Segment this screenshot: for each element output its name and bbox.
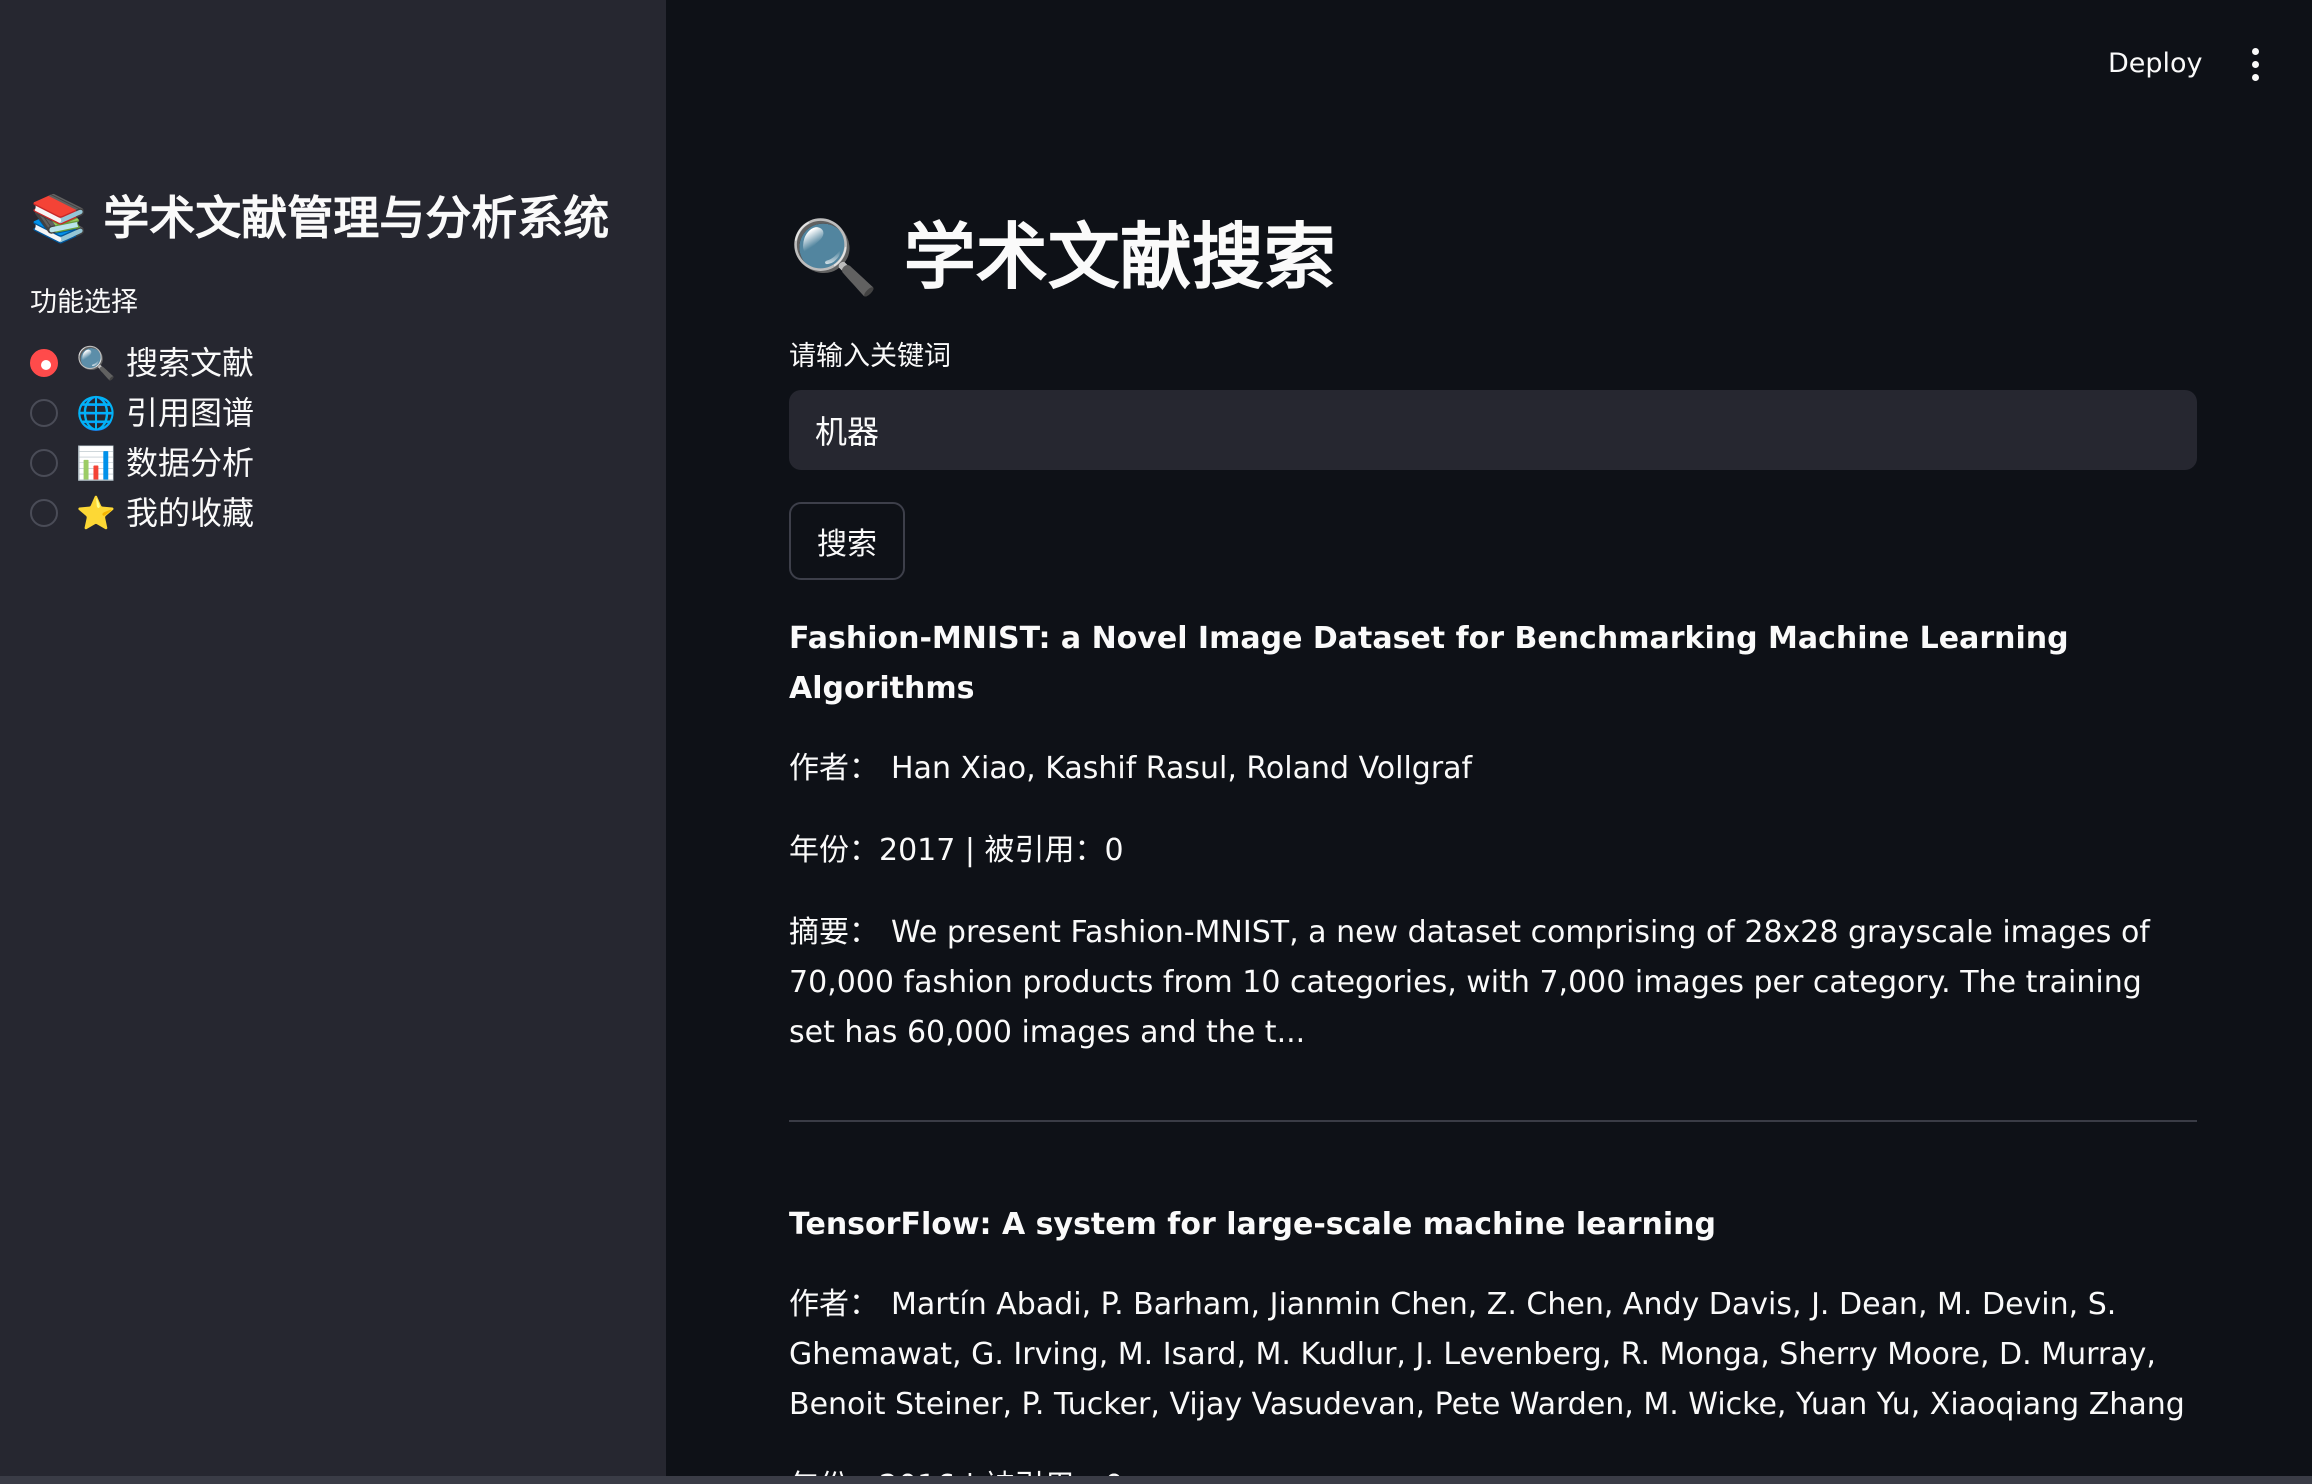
authors-value: Martín Abadi, P. Barham, Jianmin Chen, Z… — [789, 1287, 2185, 1422]
search-button[interactable]: 搜索 — [789, 502, 905, 580]
result-title: TensorFlow: A system for large-scale mac… — [789, 1207, 1716, 1242]
authors-label: 作者： — [789, 751, 879, 786]
keyword-search-input[interactable] — [789, 390, 2197, 470]
result-meta: 年份：2017 | 被引用：0 — [789, 833, 1124, 868]
keyword-input-label: 请输入关键词 — [789, 341, 951, 372]
star-icon: ⭐ — [76, 494, 116, 532]
abstract-label: 摘要： — [789, 915, 879, 950]
radio-label-citation-graph: 引用图谱 — [126, 394, 255, 432]
radio-button[interactable] — [30, 499, 58, 527]
result-title: Fashion-MNIST: a Novel Image Dataset for… — [789, 621, 2069, 706]
result-item: TensorFlow: A system for large-scale mac… — [789, 1200, 2197, 1484]
globe-icon: 🌐 — [76, 394, 116, 432]
result-authors: 作者： Martín Abadi, P. Barham, Jianmin Chen… — [789, 1280, 2197, 1430]
radio-button[interactable] — [30, 449, 58, 477]
authors-label: 作者： — [789, 1287, 879, 1322]
result-item: Fashion-MNIST: a Novel Image Dataset for… — [789, 614, 2197, 1058]
sidebar: 📚 学术文献管理与分析系统 功能选择 🔍 搜索文献 🌐 引用图谱 📊 数据分析 … — [0, 0, 666, 1484]
radio-option-search[interactable]: 🔍 搜索文献 — [30, 338, 254, 388]
radio-option-citation-graph[interactable]: 🌐 引用图谱 — [30, 388, 254, 438]
sidebar-title: 📚 学术文献管理与分析系统 — [30, 191, 610, 245]
search-results: Fashion-MNIST: a Novel Image Dataset for… — [789, 614, 2197, 1484]
page-title: 🔍 学术文献搜索 — [789, 215, 1336, 299]
magnifier-icon: 🔍 — [76, 344, 116, 382]
radio-label-favorites: 我的收藏 — [126, 494, 255, 532]
result-abstract: 摘要： We present Fashion-MNIST, a new datas… — [789, 908, 2197, 1058]
bar-chart-icon: 📊 — [76, 444, 116, 482]
radio-label-search: 搜索文献 — [126, 344, 255, 382]
function-radio-group: 🔍 搜索文献 🌐 引用图谱 📊 数据分析 ⭐ 我的收藏 — [30, 338, 254, 538]
authors-value: Han Xiao, Kashif Rasul, Roland Vollgraf — [891, 751, 1473, 786]
radio-button[interactable] — [30, 399, 58, 427]
more-vertical-icon[interactable] — [2240, 44, 2270, 84]
app-root: 📚 学术文献管理与分析系统 功能选择 🔍 搜索文献 🌐 引用图谱 📊 数据分析 … — [0, 0, 2312, 1484]
bottom-scroll-edge — [0, 1476, 2312, 1484]
radio-option-favorites[interactable]: ⭐ 我的收藏 — [30, 488, 254, 538]
radio-button-selected[interactable] — [30, 349, 58, 377]
result-authors: 作者： Han Xiao, Kashif Rasul, Roland Vollgr… — [789, 744, 2197, 794]
radio-option-data-analysis[interactable]: 📊 数据分析 — [30, 438, 254, 488]
function-select-label: 功能选择 — [30, 287, 138, 318]
radio-label-data-analysis: 数据分析 — [126, 444, 255, 482]
deploy-button[interactable]: Deploy — [2100, 42, 2211, 86]
abstract-value: We present Fashion-MNIST, a new dataset … — [789, 915, 2150, 1050]
result-divider — [789, 1120, 2197, 1122]
